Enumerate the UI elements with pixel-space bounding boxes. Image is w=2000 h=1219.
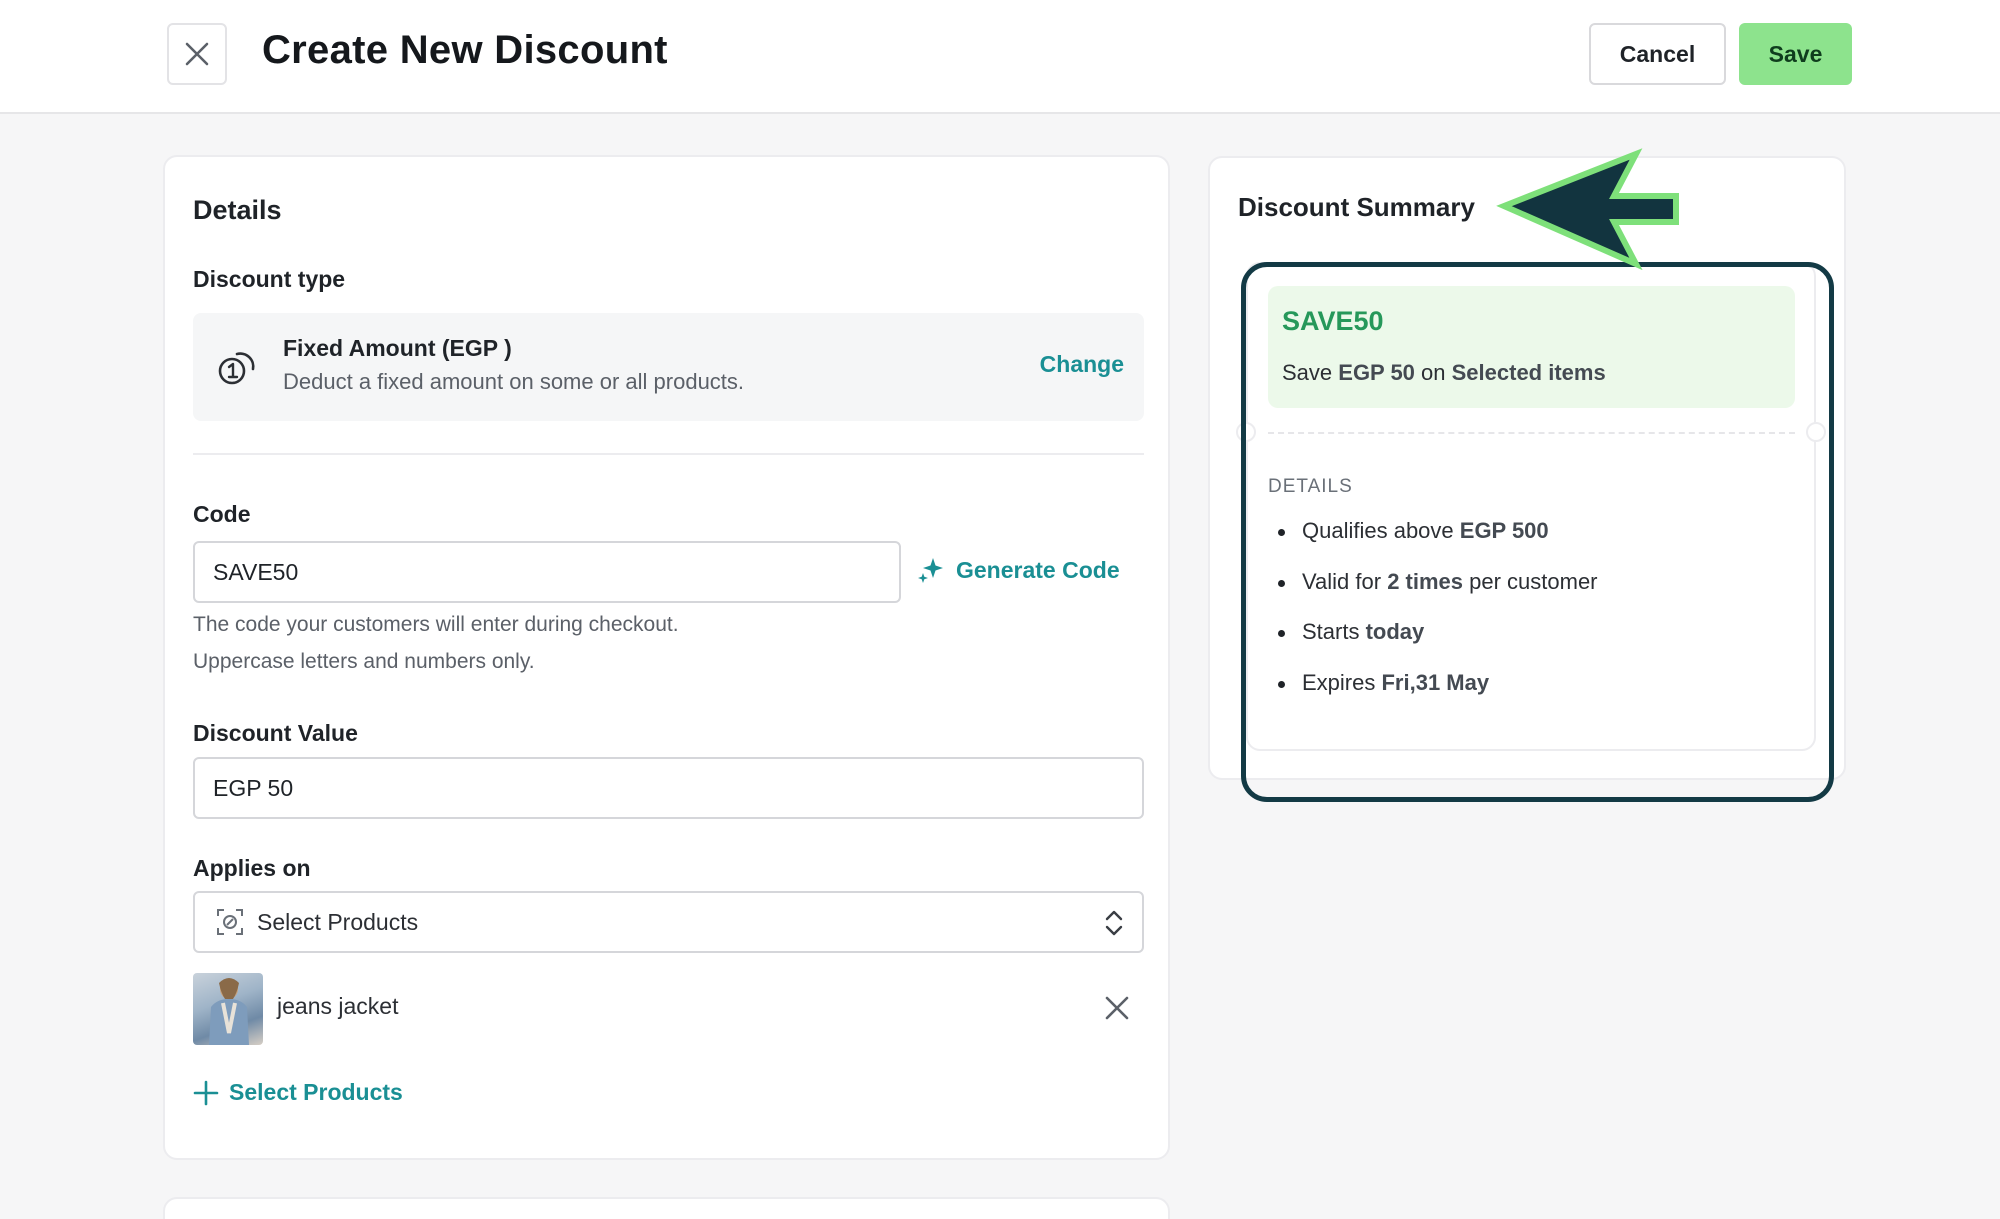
- coupon-preview: SAVE50 Save EGP 50 on Selected items DET…: [1236, 262, 1826, 751]
- chevron-up-down-icon: [1105, 910, 1123, 936]
- summary-details-list: Qualifies above EGP 500 Valid for 2 time…: [1268, 518, 1598, 720]
- summary-item-expiry: Expires Fri,31 May: [1268, 670, 1598, 721]
- summary-item-usage: Valid for 2 times per customer: [1268, 569, 1598, 620]
- coupon-notch-right: [1806, 422, 1826, 442]
- coupon-perforation: [1268, 432, 1795, 434]
- next-card: [163, 1197, 1170, 1219]
- product-row: jeans jacket: [193, 973, 1144, 1047]
- change-discount-type-link[interactable]: Change: [1040, 351, 1124, 378]
- product-thumbnail: [193, 973, 263, 1045]
- coupon-description: Save EGP 50 on Selected items: [1282, 360, 1606, 385]
- coupon-notch-left: [1236, 422, 1256, 442]
- close-icon: [185, 42, 209, 66]
- code-help-line-2: Uppercase letters and numbers only.: [193, 650, 535, 673]
- code-help-line-1: The code your customers will enter durin…: [193, 613, 679, 636]
- cancel-button[interactable]: Cancel: [1589, 23, 1726, 85]
- sparkle-icon: [918, 558, 943, 583]
- discount-type-description: Deduct a fixed amount on some or all pro…: [283, 369, 745, 394]
- save-button[interactable]: Save: [1739, 23, 1852, 85]
- summary-item-minimum: Qualifies above EGP 500: [1268, 518, 1598, 569]
- details-title: Details: [193, 195, 282, 225]
- generate-code-button[interactable]: Generate Code: [916, 555, 1120, 585]
- generate-code-label: Generate Code: [956, 556, 1120, 583]
- code-label: Code: [193, 501, 251, 527]
- close-button[interactable]: [167, 23, 227, 85]
- coupon-code: SAVE50: [1282, 306, 1384, 336]
- summary-details-heading: DETAILS: [1268, 476, 1353, 497]
- page: Create New Discount Cancel Save Details …: [0, 0, 2000, 1219]
- section-divider: [193, 453, 1144, 455]
- summary-item-start: Starts today: [1268, 619, 1598, 670]
- plus-icon: [193, 1080, 219, 1105]
- coin-icon: [218, 352, 255, 385]
- add-products-button[interactable]: Select Products: [193, 1079, 403, 1106]
- page-title: Create New Discount: [262, 28, 668, 72]
- product-name: jeans jacket: [277, 993, 399, 1019]
- applies-on-select[interactable]: Select Products: [193, 891, 1144, 953]
- add-products-label: Select Products: [229, 1079, 403, 1105]
- summary-title: Discount Summary: [1238, 192, 1475, 222]
- applies-on-label: Applies on: [193, 855, 311, 881]
- discount-value-label: Discount Value: [193, 720, 358, 746]
- coupon-header: SAVE50 Save EGP 50 on Selected items: [1268, 286, 1795, 408]
- discount-type-title: Fixed Amount (EGP ): [283, 335, 512, 361]
- product-select-icon: [217, 909, 243, 935]
- remove-icon[interactable]: [1102, 993, 1132, 1023]
- discount-value-input[interactable]: [193, 757, 1144, 819]
- discount-type-label: Discount type: [193, 266, 346, 292]
- applies-on-value: Select Products: [257, 908, 419, 935]
- details-card: Details Discount type Fixed Amount (EGP …: [163, 155, 1170, 1160]
- discount-type-box: Fixed Amount (EGP ) Deduct a fixed amoun…: [193, 313, 1144, 421]
- top-bar: Create New Discount Cancel Save: [0, 0, 2000, 114]
- code-input[interactable]: [193, 541, 901, 603]
- annotation-arrow-icon: [1496, 148, 1679, 270]
